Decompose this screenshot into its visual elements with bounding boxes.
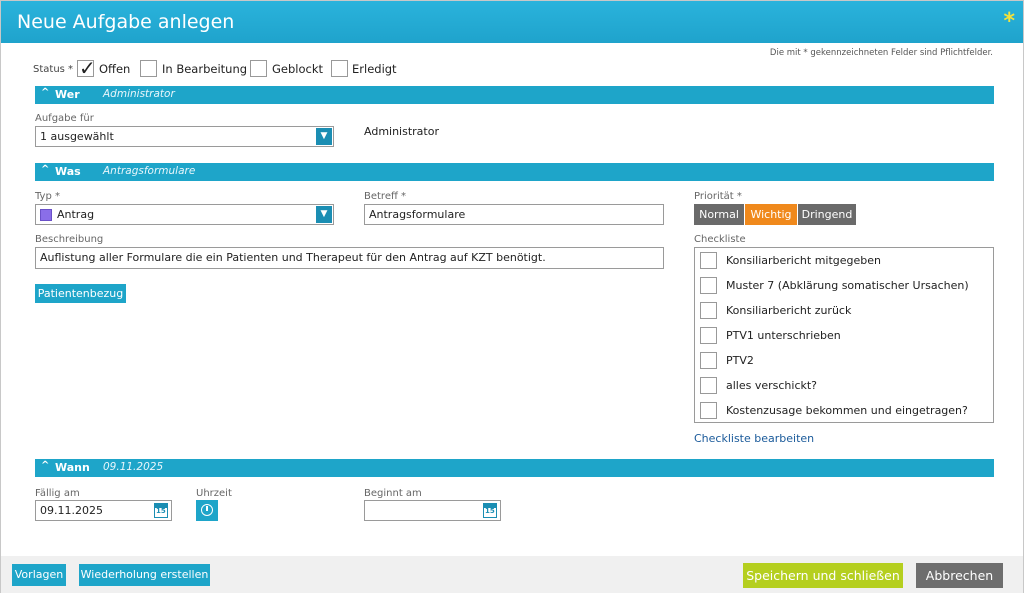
section-was-header[interactable]: ^ Was Antragsformulare <box>35 163 994 181</box>
section-was-title: Was <box>55 165 81 178</box>
beginnt-label: Beginnt am <box>364 488 422 499</box>
section-wer-subtitle: Administrator <box>103 88 175 100</box>
checklist-checkbox[interactable] <box>700 352 717 369</box>
uhrzeit-clock-button[interactable] <box>196 500 218 521</box>
beschreibung-input[interactable]: Auflistung aller Formulare die ein Patie… <box>35 247 664 269</box>
wiederholung-erstellen-button[interactable]: Wiederholung erstellen <box>79 564 210 586</box>
calendar-icon[interactable]: 15 <box>154 503 168 518</box>
faellig-label: Fällig am <box>35 488 80 499</box>
checkliste-bearbeiten-link[interactable]: Checkliste bearbeiten <box>694 432 814 445</box>
checklist-item-label: PTV1 unterschrieben <box>726 329 841 342</box>
faellig-date-input[interactable]: 09.11.2025 15 <box>35 500 172 521</box>
required-star-icon: * <box>1003 9 1015 34</box>
checklist-item: PTV1 unterschrieben <box>700 327 990 345</box>
betreff-label: Betreff * <box>364 191 407 202</box>
checklist-item-label: PTV2 <box>726 354 754 367</box>
type-color-swatch <box>40 209 52 221</box>
checklist-box: Konsiliarbericht mitgegeben Muster 7 (Ab… <box>694 247 994 423</box>
section-wer-header[interactable]: ^ Wer Administrator <box>35 86 994 104</box>
checklist-item-label: alles verschickt? <box>726 379 818 392</box>
typ-select[interactable]: Antrag ▼ <box>35 204 334 225</box>
checklist-item: Muster 7 (Abklärung somatischer Ursachen… <box>700 277 990 295</box>
dialog-titlebar: Neue Aufgabe anlegen * <box>1 1 1023 43</box>
beginnt-date-input[interactable]: 15 <box>364 500 501 521</box>
checklist-item-label: Konsiliarbericht zurück <box>726 304 852 317</box>
status-label: Status * <box>33 64 74 75</box>
chevron-down-icon: ▼ <box>316 206 332 223</box>
betreff-input[interactable]: Antragsformulare <box>364 204 664 225</box>
checklist-checkbox[interactable] <box>700 327 717 344</box>
speichern-und-schliessen-button[interactable]: Speichern und schließen <box>743 563 903 588</box>
faellig-value: 09.11.2025 <box>40 504 103 517</box>
aufgabe-fuer-value: 1 ausgewählt <box>40 130 114 143</box>
checklist-checkbox[interactable] <box>700 377 717 394</box>
checklist-checkbox[interactable] <box>700 402 717 419</box>
chevron-up-icon: ^ <box>41 460 50 471</box>
priority-normal-button[interactable]: Normal <box>694 204 744 225</box>
checklist-item: Konsiliarbericht zurück <box>700 302 990 320</box>
status-erledigt-label: Erledigt <box>352 62 397 76</box>
checkliste-label: Checkliste <box>694 234 746 245</box>
required-fields-note: Die mit * gekennzeichneten Felder sind P… <box>769 48 993 58</box>
clock-icon <box>201 504 213 516</box>
checklist-checkbox[interactable] <box>700 302 717 319</box>
chevron-up-icon: ^ <box>41 164 50 175</box>
status-geblockt-label: Geblockt <box>272 62 324 76</box>
checkmark-icon: ✓ <box>79 56 96 80</box>
checklist-item-label: Kostenzusage bekommen und eingetragen? <box>726 404 968 417</box>
checklist-item-label: Konsiliarbericht mitgegeben <box>726 254 881 267</box>
aufgabe-fuer-select[interactable]: 1 ausgewählt ▼ <box>35 126 334 147</box>
status-in-bearbeitung-label: In Bearbeitung <box>162 62 248 76</box>
calendar-icon[interactable]: 15 <box>483 503 497 518</box>
section-was-subtitle: Antragsformulare <box>103 165 196 177</box>
typ-value: Antrag <box>57 208 95 221</box>
section-wann-title: Wann <box>55 461 90 474</box>
status-offen-label: Offen <box>99 62 131 76</box>
checklist-item-label: Muster 7 (Abklärung somatischer Ursachen… <box>726 279 969 292</box>
betreff-value: Antragsformulare <box>369 208 466 221</box>
chevron-down-icon: ▼ <box>316 128 332 145</box>
priority-wichtig-button[interactable]: Wichtig <box>745 204 797 225</box>
status-geblockt-checkbox[interactable] <box>250 60 267 77</box>
assignee-name: Administrator <box>364 125 439 138</box>
section-wer-title: Wer <box>55 88 80 101</box>
uhrzeit-label: Uhrzeit <box>196 488 232 499</box>
status-offen-checkbox[interactable]: ✓ <box>77 56 96 80</box>
section-wann-subtitle: 09.11.2025 <box>103 461 164 473</box>
typ-label: Typ * <box>35 191 60 202</box>
task-dialog: Neue Aufgabe anlegen * Die mit * gekennz… <box>0 0 1024 593</box>
aufgabe-fuer-label: Aufgabe für <box>35 113 94 124</box>
beschreibung-value: Auflistung aller Formulare die ein Patie… <box>40 251 546 264</box>
checklist-item: Kostenzusage bekommen und eingetragen? <box>700 402 990 420</box>
section-wann-header[interactable]: ^ Wann 09.11.2025 <box>35 459 994 477</box>
vorlagen-button[interactable]: Vorlagen <box>12 564 66 586</box>
chevron-up-icon: ^ <box>41 87 50 98</box>
dialog-title: Neue Aufgabe anlegen <box>17 11 235 33</box>
checklist-item: PTV2 <box>700 352 990 370</box>
status-erledigt-checkbox[interactable] <box>331 60 348 77</box>
priority-dringend-button[interactable]: Dringend <box>798 204 856 225</box>
checklist-item: alles verschickt? <box>700 377 990 395</box>
checklist-checkbox[interactable] <box>700 277 717 294</box>
abbrechen-button[interactable]: Abbrechen <box>916 563 1003 588</box>
patientenbezug-button[interactable]: Patientenbezug <box>35 284 126 303</box>
prioritaet-label: Priorität * <box>694 191 742 202</box>
dialog-footer: Vorlagen Wiederholung erstellen Speicher… <box>1 556 1023 593</box>
beschreibung-label: Beschreibung <box>35 234 104 245</box>
status-in-bearbeitung-checkbox[interactable] <box>140 60 157 77</box>
checklist-checkbox[interactable] <box>700 252 717 269</box>
checklist-item: Konsiliarbericht mitgegeben <box>700 252 990 270</box>
